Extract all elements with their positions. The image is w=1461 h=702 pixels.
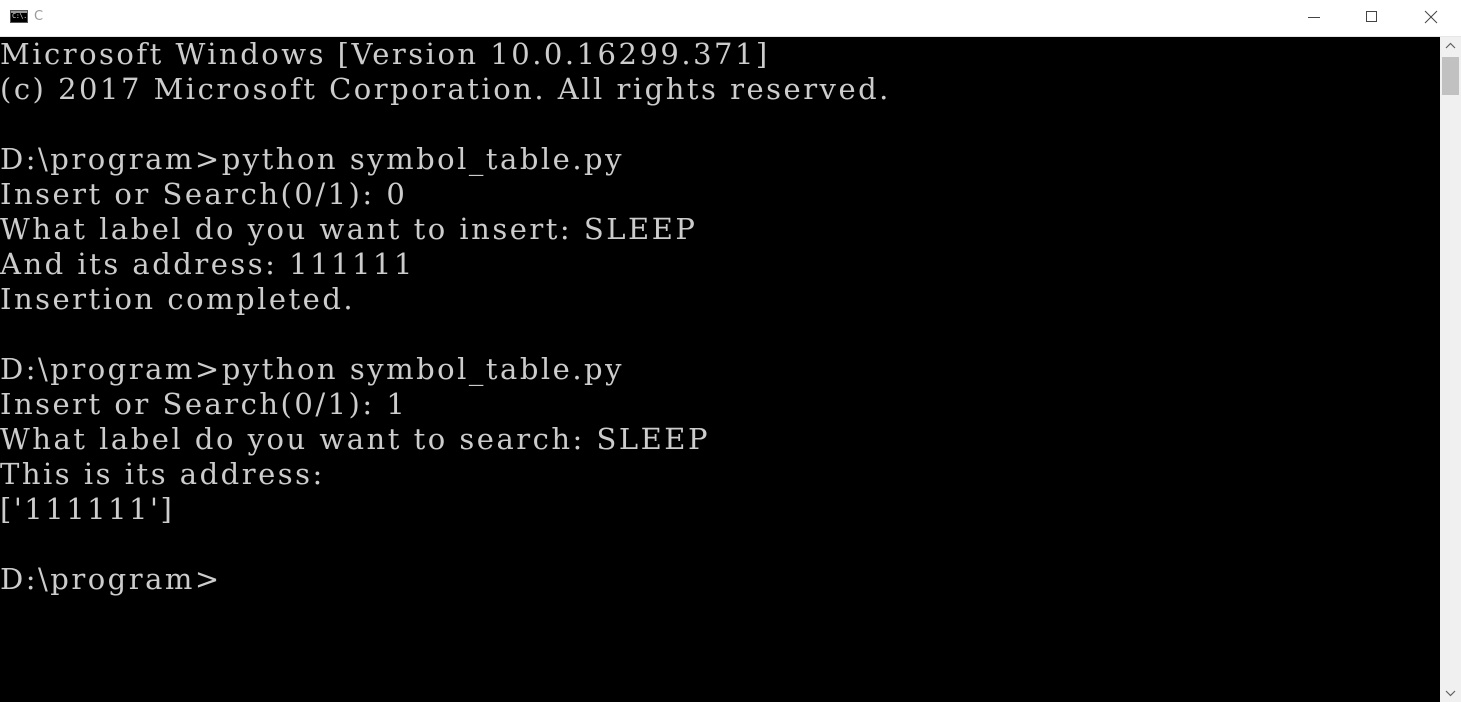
cmd-icon[interactable]: C:\. [10, 10, 28, 23]
maximize-button[interactable] [1344, 0, 1402, 36]
console-line: What label do you want to insert: SLEEP [0, 212, 698, 246]
chevron-down-icon [1445, 690, 1456, 697]
scroll-up-button[interactable] [1440, 37, 1461, 54]
console-line: Insertion completed. [0, 282, 356, 316]
minimize-icon [1308, 17, 1320, 18]
chevron-up-icon [1445, 42, 1456, 49]
icon-label: C:\. [12, 12, 27, 20]
console-line: ['111111'] [0, 492, 175, 526]
console-line: Insert or Search(0/1): 1 [0, 387, 408, 421]
console-line: Microsoft Windows [Version 10.0.16299.37… [0, 37, 770, 71]
minimize-button[interactable] [1286, 0, 1344, 36]
scroll-down-button[interactable] [1440, 685, 1461, 702]
console-line: D:\program>python symbol_table.py [0, 142, 624, 176]
console-output[interactable]: Microsoft Windows [Version 10.0.16299.37… [0, 37, 1440, 702]
console-line: Insert or Search(0/1): 0 [0, 177, 408, 211]
scroll-thumb[interactable] [1442, 57, 1459, 95]
maximize-icon [1366, 11, 1377, 22]
console-line: (c) 2017 Microsoft Corporation. All righ… [0, 72, 891, 106]
vertical-scrollbar[interactable] [1440, 37, 1461, 702]
console-line: This is its address: [0, 457, 325, 491]
close-icon [1424, 10, 1438, 24]
command-prompt[interactable]: D:\program> [0, 562, 222, 597]
console-line: D:\program>python symbol_table.py [0, 352, 624, 386]
command-prompt-window: C:\. C Microsoft Windows [Version 10.0.1… [0, 0, 1461, 702]
close-button[interactable] [1402, 0, 1460, 36]
console-line: What label do you want to search: SLEEP [0, 422, 710, 456]
window-title: C [34, 9, 44, 24]
console-line: And its address: 111111 [0, 247, 415, 281]
title-bar[interactable]: C:\. C [0, 0, 1461, 37]
